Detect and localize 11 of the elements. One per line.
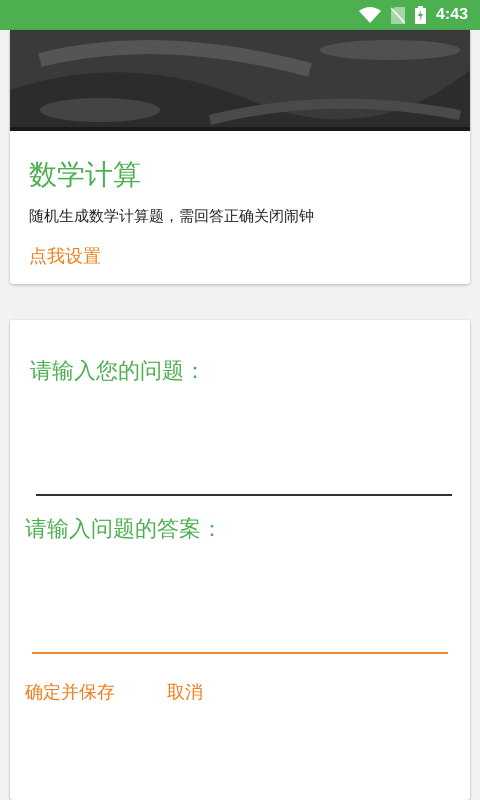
field-label: 请输入问题的答案： [25, 516, 223, 544]
cancel-button[interactable]: 取消 [167, 676, 203, 708]
field-label: 请输入您的问题： [30, 358, 206, 386]
save-button[interactable]: 确定并保存 [25, 676, 115, 708]
settings-link[interactable]: 点我设置 [29, 244, 101, 268]
card-description: 随机生成数学计算题，需回答正确关闭闹钟 [29, 207, 314, 226]
battery-charging-icon [414, 6, 426, 24]
wifi-icon [358, 7, 381, 23]
clock-time: 4:43 [436, 6, 468, 24]
card-title: 数学计算 [29, 157, 141, 193]
no-sim-icon [390, 6, 405, 24]
